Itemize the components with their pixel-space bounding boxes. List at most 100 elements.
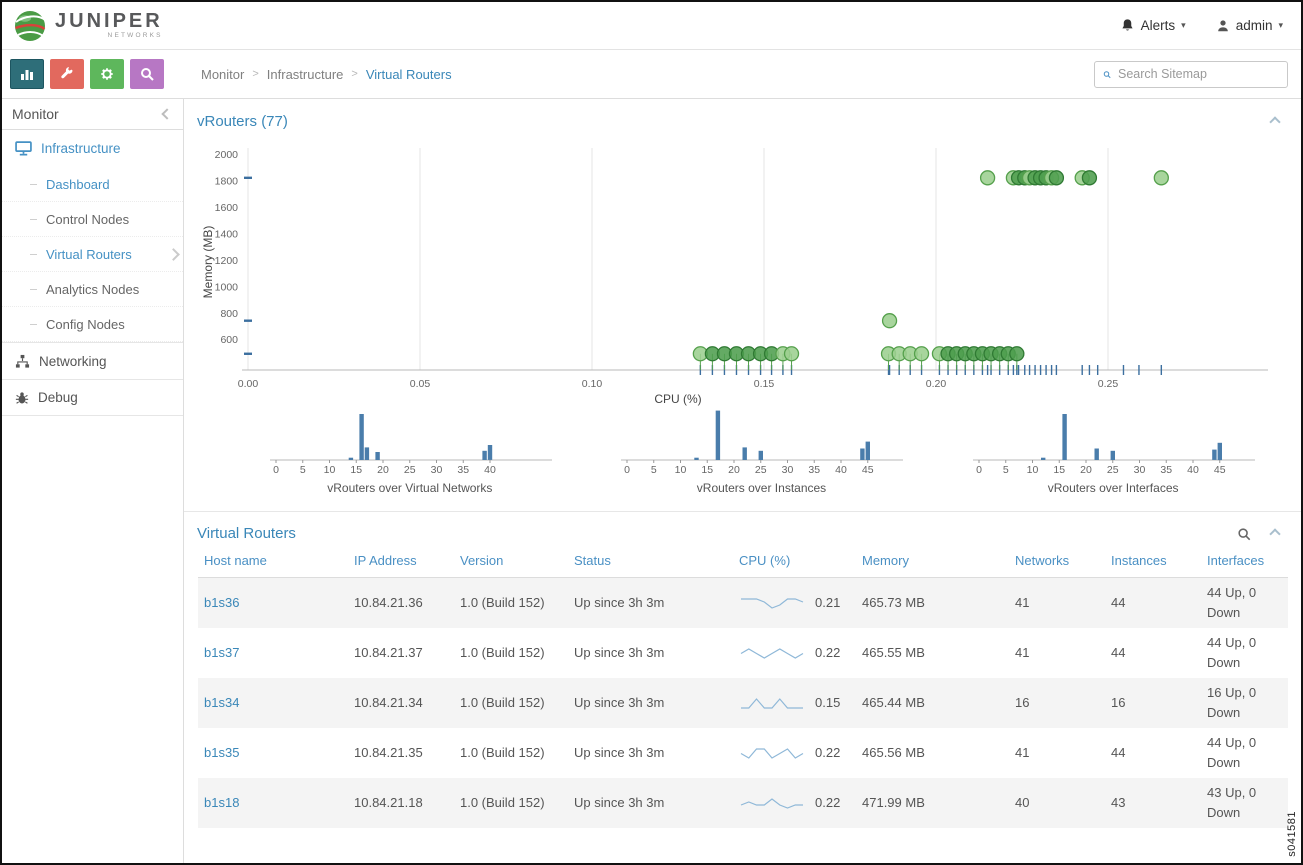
host-link[interactable]: b1s37 [204,645,239,660]
settings-tab-button[interactable] [90,59,124,89]
svg-text:0.15: 0.15 [754,378,775,390]
column-header-cpu-[interactable]: CPU (%) [733,548,856,578]
breadcrumb: Monitor > Infrastructure > Virtual Route… [184,67,1094,82]
column-header-networks[interactable]: Networks [1009,548,1105,578]
host-link[interactable]: b1s35 [204,745,239,760]
virtual-networks-histogram-chart[interactable]: 0510152025303540 [260,410,560,476]
cpu-cell: 0.22 [733,728,856,778]
table-tools [1237,527,1279,541]
svg-text:600: 600 [220,334,238,346]
host-link[interactable]: b1s34 [204,695,239,710]
sidebar-item-config-nodes[interactable]: Config Nodes [2,307,183,342]
query-tab-button[interactable] [130,59,164,89]
sitemap-search-box[interactable] [1094,61,1288,88]
column-header-host-name[interactable]: Host name [198,548,348,578]
collapse-sidebar-icon[interactable] [161,108,172,119]
juniper-globe-icon [12,8,48,44]
table-panel-title: Virtual Routers [197,525,296,542]
svg-text:800: 800 [220,308,238,320]
user-menu[interactable]: admin ▾ [1216,18,1283,33]
svg-text:0.20: 0.20 [926,378,947,390]
brand-subtitle: NETWORKS [108,33,163,40]
memory-cpu-scatter-chart[interactable]: 6008001000120014001600180020000.000.050.… [198,138,1293,406]
instances-cell: 43 [1105,778,1201,828]
sidebar-item-label: Networking [39,354,107,369]
column-header-instances[interactable]: Instances [1105,548,1201,578]
instances-histogram-chart[interactable]: 051015202530354045 [611,410,911,476]
sidebar-item-analytics-nodes[interactable]: Analytics Nodes [2,272,183,307]
main-nav-bar: Monitor > Infrastructure > Virtual Route… [2,50,1301,99]
svg-text:30: 30 [782,464,794,476]
host-cell: b1s18 [198,778,348,828]
host-link[interactable]: b1s36 [204,595,239,610]
svg-text:0: 0 [976,464,982,476]
sidebar-item-infrastructure[interactable]: Infrastructure [2,130,183,167]
sidebar-item-control-nodes[interactable]: Control Nodes [2,202,183,237]
table-search-icon[interactable] [1237,527,1251,541]
column-header-version[interactable]: Version [454,548,568,578]
sidebar-item-debug[interactable]: Debug [2,379,183,416]
main-content: vRouters (77) 60080010001200140016001800… [184,99,1301,863]
bug-icon [15,391,29,405]
collapse-table-icon[interactable] [1269,528,1280,539]
instances-cell: 44 [1105,728,1201,778]
host-link[interactable]: b1s18 [204,795,239,810]
interfaces-histogram-chart[interactable]: 051015202530354045 [963,410,1263,476]
sitemap-search-input[interactable] [1118,67,1279,81]
version-cell: 1.0 (Build 152) [454,778,568,828]
host-cell: b1s34 [198,678,348,728]
alerts-menu[interactable]: Alerts ▾ [1120,18,1186,33]
juniper-logo: Juniper NETWORKS [12,8,163,44]
breadcrumb-virtual-routers[interactable]: Virtual Routers [366,67,452,82]
table-row-b1s37: b1s3710.84.21.371.0 (Build 152)Up since … [198,628,1288,678]
svg-text:35: 35 [1161,464,1173,476]
top-header: Juniper NETWORKS Alerts ▾ admin ▾ [2,2,1301,50]
instances-cell: 44 [1105,578,1201,628]
cpu-cell: 0.15 [733,678,856,728]
interfaces-cell: 44 Up, 0 Down [1201,578,1288,628]
figure-watermark: s041581 [1286,811,1298,857]
histogram-virtual-networks: 0510152025303540 vRouters over Virtual N… [260,410,560,495]
sidebar-item-dashboard[interactable]: Dashboard [2,167,183,202]
cpu-cell: 0.21 [733,578,856,628]
column-header-memory[interactable]: Memory [856,548,1009,578]
column-header-ip-address[interactable]: IP Address [348,548,454,578]
header-menus: Alerts ▾ admin ▾ [1120,18,1283,33]
brand-text: Juniper NETWORKS [55,11,163,40]
breadcrumb-monitor[interactable]: Monitor [201,67,244,82]
svg-text:1400: 1400 [215,228,239,240]
collapse-panel-icon[interactable] [1269,116,1280,127]
sitemap-icon [15,354,30,369]
sidebar: Monitor Infrastructure Dashboard [2,99,184,863]
cpu-cell: 0.22 [733,778,856,828]
svg-text:CPU (%): CPU (%) [654,392,701,406]
sidebar-item-label: Virtual Routers [46,247,132,262]
svg-text:1600: 1600 [215,202,239,214]
column-header-status[interactable]: Status [568,548,733,578]
memory-cell: 465.44 MB [856,678,1009,728]
sidebar-item-networking[interactable]: Networking [2,342,183,379]
memory-cell: 465.73 MB [856,578,1009,628]
svg-text:10: 10 [323,464,335,476]
configure-tab-button[interactable] [50,59,84,89]
version-cell: 1.0 (Build 152) [454,628,568,678]
cpu-value: 0.22 [815,793,840,813]
column-header-interfaces[interactable]: Interfaces [1201,548,1288,578]
version-cell: 1.0 (Build 152) [454,728,568,778]
chevron-down-icon: ▾ [1181,20,1186,31]
instances-cell: 44 [1105,628,1201,678]
vrouters-panel-header: vRouters (77) [184,99,1301,138]
breadcrumb-infrastructure[interactable]: Infrastructure [267,67,344,82]
monitor-tab-button[interactable] [10,59,44,89]
host-cell: b1s36 [198,578,348,628]
gear-icon [99,66,115,82]
networks-cell: 41 [1009,578,1105,628]
cpu-value: 0.21 [815,593,840,613]
table-panel-header: Virtual Routers [184,512,1301,548]
sidebar-item-virtual-routers[interactable]: Virtual Routers [2,237,183,272]
interfaces-cell: 43 Up, 0 Down [1201,778,1288,828]
sidebar-item-label: Dashboard [46,177,110,192]
app-window: Juniper NETWORKS Alerts ▾ admin ▾ [0,0,1303,865]
svg-text:15: 15 [1054,464,1066,476]
virtual-routers-table: Host nameIP AddressVersionStatusCPU (%)M… [198,548,1288,828]
